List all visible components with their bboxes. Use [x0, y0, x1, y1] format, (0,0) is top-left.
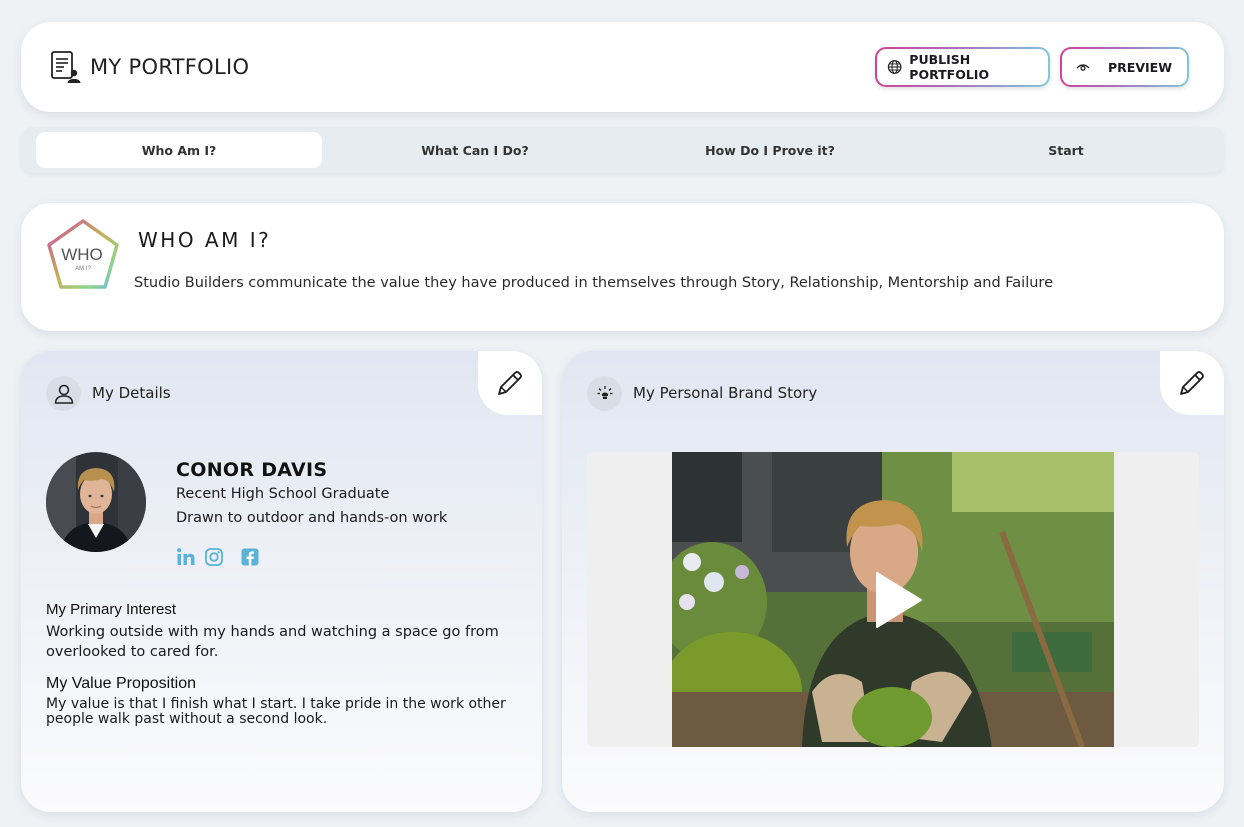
- eye-icon: [1076, 64, 1090, 71]
- sparkle-lightbulb-icon: [597, 385, 612, 399]
- badge-subtext: AM I?: [75, 266, 91, 272]
- portfolio-document-icon: [51, 51, 81, 83]
- publish-portfolio-button[interactable]: PUBLISH PORTFOLIO: [875, 47, 1050, 87]
- who-am-i-pentagon-badge-icon: WHO AM I?: [47, 219, 119, 289]
- page-title: MY PORTFOLIO: [90, 55, 250, 79]
- tab-start[interactable]: Start: [923, 132, 1209, 168]
- person-name: CONOR DAVIS: [176, 459, 328, 481]
- person-role: Recent High School Graduate: [176, 486, 390, 502]
- who-am-i-title: WHO AM I?: [138, 228, 272, 252]
- value-proposition-label: My Value Proposition: [46, 675, 196, 692]
- badge-text: WHO: [61, 245, 103, 264]
- instagram-icon[interactable]: [204, 547, 224, 567]
- video-player[interactable]: [587, 452, 1199, 747]
- play-icon[interactable]: [875, 571, 923, 629]
- person-icon-circle: [46, 376, 81, 411]
- my-details-heading: My Details: [92, 384, 171, 402]
- value-proposition-text: My value is that I finish what I start. …: [46, 696, 506, 727]
- primary-interest-label: My Primary Interest: [46, 601, 177, 618]
- section-tabs: Who Am I? What Can I Do? How Do I Prove …: [21, 127, 1224, 173]
- avatar: [46, 452, 146, 552]
- globe-icon: [887, 60, 902, 74]
- tab-who-am-i[interactable]: Who Am I?: [36, 132, 322, 168]
- sparkle-icon-circle: [587, 376, 622, 411]
- person-icon: [54, 384, 73, 404]
- edit-story-button[interactable]: [1160, 351, 1224, 415]
- tab-how-do-i-prove-it[interactable]: How Do I Prove it?: [627, 132, 913, 168]
- my-details-panel: My Details CONOR DAVIS Recent High Schoo…: [21, 351, 542, 812]
- facebook-icon[interactable]: [240, 547, 260, 567]
- edit-details-button[interactable]: [478, 351, 542, 415]
- header-bar: MY PORTFOLIO PUBLISH PORTFOLIO PREVIEW: [21, 22, 1224, 112]
- personal-brand-story-panel: My Personal Brand Story: [562, 351, 1224, 812]
- who-am-i-card: WHO AM I? WHO AM I? Studio Builders comm…: [21, 203, 1224, 331]
- preview-button[interactable]: PREVIEW: [1060, 47, 1189, 87]
- primary-interest-text: Working outside with my hands and watchi…: [46, 624, 499, 660]
- publish-portfolio-label: PUBLISH PORTFOLIO: [909, 52, 990, 82]
- tab-what-can-i-do[interactable]: What Can I Do?: [332, 132, 618, 168]
- linkedin-icon[interactable]: [176, 547, 196, 567]
- pencil-icon: [498, 371, 522, 395]
- pencil-icon: [1180, 371, 1204, 395]
- personal-brand-story-heading: My Personal Brand Story: [633, 384, 818, 402]
- person-tagline: Drawn to outdoor and hands-on work: [176, 510, 448, 526]
- preview-label: PREVIEW: [1108, 59, 1172, 75]
- who-am-i-description: Studio Builders communicate the value th…: [134, 275, 1053, 291]
